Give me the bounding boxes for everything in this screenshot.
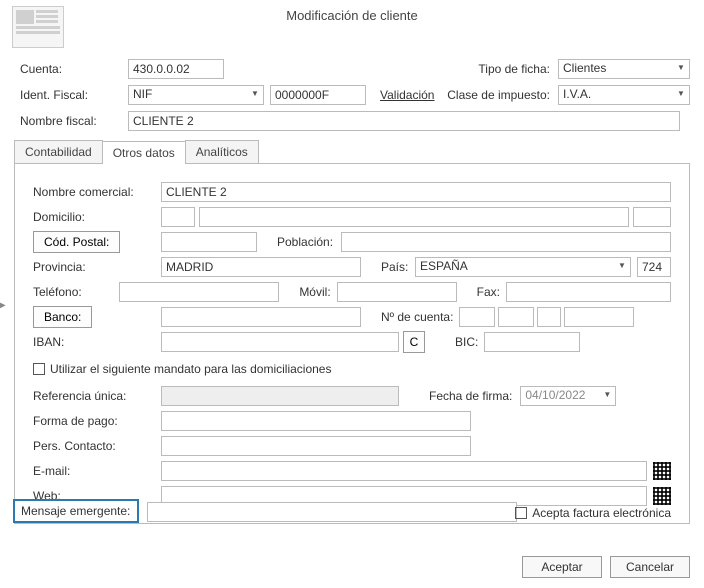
pais-label: País: — [381, 260, 415, 274]
qr-icon[interactable] — [653, 462, 671, 480]
ident-fiscal-input[interactable] — [270, 85, 366, 105]
email-label: E-mail: — [33, 464, 161, 478]
tipo-ficha-select[interactable]: Clientes ▼ — [558, 59, 690, 79]
cuenta-input[interactable] — [128, 59, 224, 79]
domicilio-num-input[interactable] — [633, 207, 671, 227]
domicilio-tipo-input[interactable] — [161, 207, 195, 227]
iban-input[interactable] — [161, 332, 399, 352]
telefono-input[interactable] — [119, 282, 279, 302]
tab-contabilidad[interactable]: Contabilidad — [14, 140, 103, 163]
tab-analiticos[interactable]: Analíticos — [185, 140, 259, 163]
domicilio-label: Domicilio: — [33, 210, 161, 224]
aceptar-button[interactable]: Aceptar — [522, 556, 602, 578]
mensaje-emergente-input[interactable] — [147, 502, 517, 522]
movil-label: Móvil: — [299, 285, 330, 299]
mandato-checkbox[interactable] — [33, 363, 45, 375]
fax-label: Fax: — [477, 285, 500, 299]
tabstrip: Contabilidad Otros datos Analíticos — [14, 140, 690, 164]
nombre-comercial-label: Nombre comercial: — [33, 185, 161, 199]
domicilio-input[interactable] — [199, 207, 629, 227]
cancelar-button[interactable]: Cancelar — [610, 556, 690, 578]
ncuenta-1-input[interactable] — [459, 307, 495, 327]
mandato-label: Utilizar el siguiente mandato para las d… — [50, 362, 331, 376]
cod-postal-input[interactable] — [161, 232, 257, 252]
mensaje-emergente-label: Mensaje emergente: — [13, 499, 139, 523]
ref-unica-label: Referencia única: — [33, 389, 161, 403]
tipo-ficha-value: Clientes — [563, 61, 606, 75]
acepta-factura-checkbox[interactable] — [515, 507, 527, 519]
chevron-down-icon: ▼ — [675, 63, 687, 75]
chevron-down-icon: ▼ — [675, 89, 687, 101]
cod-postal-button[interactable]: Cód. Postal: — [33, 231, 120, 253]
poblacion-input[interactable] — [341, 232, 671, 252]
nombre-comercial-input[interactable] — [161, 182, 671, 202]
prev-arrow-icon[interactable]: ▶ — [0, 300, 6, 311]
fecha-firma-value: 04/10/2022 — [525, 388, 585, 402]
ident-tipo-select[interactable]: NIF ▼ — [128, 85, 264, 105]
tipo-ficha-label: Tipo de ficha: — [478, 62, 550, 76]
nombre-fiscal-input[interactable] — [128, 111, 680, 131]
qr-icon[interactable] — [653, 487, 671, 505]
chevron-down-icon: ▼ — [249, 89, 261, 101]
iban-label: IBAN: — [33, 335, 161, 349]
acepta-factura-label: Acepta factura electrónica — [532, 506, 671, 520]
iban-c-button[interactable]: C — [403, 331, 425, 353]
fecha-firma-label: Fecha de firma: — [429, 389, 512, 403]
chevron-down-icon: ▼ — [616, 261, 628, 273]
ncuenta-2-input[interactable] — [498, 307, 534, 327]
bic-label: BIC: — [455, 335, 478, 349]
ref-unica-input[interactable] — [161, 386, 399, 406]
banco-button[interactable]: Banco: — [33, 306, 92, 328]
pers-contacto-label: Pers. Contacto: — [33, 439, 161, 453]
validacion-link[interactable]: Validación — [380, 88, 434, 102]
bic-input[interactable] — [484, 332, 580, 352]
clase-impuesto-label: Clase de impuesto: — [447, 88, 550, 102]
cuenta-label: Cuenta: — [20, 62, 128, 76]
tab-otros-datos[interactable]: Otros datos — [102, 141, 186, 164]
provincia-input[interactable] — [161, 257, 361, 277]
banco-input[interactable] — [161, 307, 361, 327]
fax-input[interactable] — [506, 282, 671, 302]
poblacion-label: Población: — [277, 235, 333, 249]
ident-tipo-value: NIF — [133, 87, 152, 101]
chevron-down-icon: ▼ — [601, 390, 613, 402]
email-input[interactable] — [161, 461, 647, 481]
provincia-label: Provincia: — [33, 260, 161, 274]
fecha-firma-picker[interactable]: 04/10/2022 ▼ — [520, 386, 616, 406]
clase-impuesto-value: I.V.A. — [563, 87, 591, 101]
ncuenta-4-input[interactable] — [564, 307, 634, 327]
pais-value: ESPAÑA — [420, 259, 468, 273]
ncuenta-3-input[interactable] — [537, 307, 561, 327]
forma-pago-label: Forma de pago: — [33, 414, 161, 428]
pais-select[interactable]: ESPAÑA ▼ — [415, 257, 631, 277]
forma-pago-input[interactable] — [161, 411, 471, 431]
tab-panel: Nombre comercial: Domicilio: Cód. Postal… — [14, 164, 690, 524]
movil-input[interactable] — [337, 282, 457, 302]
ncuenta-label: Nº de cuenta: — [381, 310, 453, 324]
pers-contacto-input[interactable] — [161, 436, 471, 456]
clase-impuesto-select[interactable]: I.V.A. ▼ — [558, 85, 690, 105]
form-icon — [12, 6, 64, 48]
pais-code-input[interactable] — [637, 257, 671, 277]
nombre-fiscal-label: Nombre fiscal: — [20, 114, 128, 128]
ident-fiscal-label: Ident. Fiscal: — [20, 88, 128, 102]
telefono-label: Teléfono: — [33, 285, 119, 299]
window-title: Modificación de cliente — [0, 0, 704, 23]
